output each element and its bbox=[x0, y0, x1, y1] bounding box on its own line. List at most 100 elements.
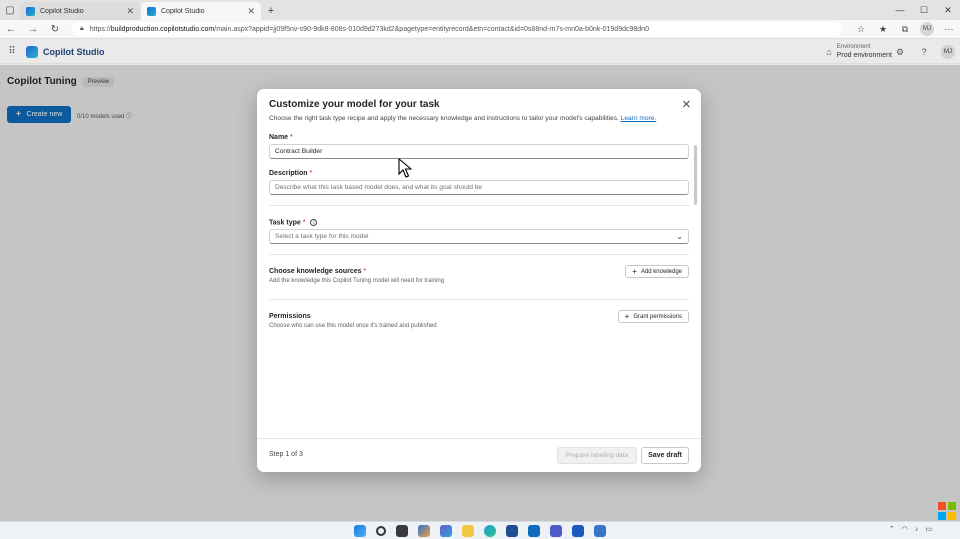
app-launcher-icon[interactable]: ⠿ bbox=[0, 46, 24, 57]
help-icon[interactable]: ? bbox=[912, 47, 936, 57]
copilot-studio-favicon-icon bbox=[26, 6, 35, 16]
wifi-icon[interactable]: ◠ bbox=[902, 525, 908, 533]
dialog-title: Customize your model for your task bbox=[269, 99, 440, 110]
refresh-icon[interactable]: ↻ bbox=[44, 20, 66, 39]
task-view-icon[interactable] bbox=[396, 524, 408, 537]
task-type-label-text: Task type bbox=[269, 219, 301, 227]
tab-close-icon[interactable]: ✕ bbox=[247, 6, 255, 17]
battery-icon[interactable]: ▭ bbox=[925, 525, 932, 533]
browser-tab-1[interactable]: Copilot Studio ✕ bbox=[20, 2, 140, 20]
copilot-studio-favicon-icon bbox=[147, 6, 156, 16]
section-divider bbox=[269, 299, 689, 300]
description-input[interactable] bbox=[269, 180, 689, 195]
save-draft-button[interactable]: Save draft bbox=[641, 447, 689, 464]
url-field[interactable]: 🔒︎ https://buildproduction.copilotstudio… bbox=[72, 22, 842, 36]
copilot-icon[interactable] bbox=[418, 524, 430, 537]
permissions-help-text: Choose who can use this model once it's … bbox=[269, 323, 437, 329]
start-icon[interactable] bbox=[354, 524, 366, 537]
visual-studio-code-icon[interactable] bbox=[594, 524, 606, 537]
name-label-text: Name bbox=[269, 134, 289, 141]
outlook-icon[interactable] bbox=[528, 524, 540, 537]
name-input[interactable] bbox=[269, 144, 689, 159]
dialog-scrollbar[interactable] bbox=[694, 145, 697, 205]
grant-permissions-button[interactable]: + Grant permissions bbox=[617, 310, 689, 323]
customize-model-dialog: Customize your model for your task ✕ Cho… bbox=[257, 89, 701, 472]
prepare-labeling-data-button[interactable]: Prepare labeling data bbox=[557, 447, 637, 464]
knowledge-help-text: Add the knowledge this Copilot Tuning mo… bbox=[269, 278, 445, 284]
edge-icon[interactable] bbox=[484, 524, 496, 537]
learn-more-link[interactable]: Learn more. bbox=[621, 115, 657, 122]
app-header: ⠿ Copilot Studio ⌂ Environment Prod envi… bbox=[0, 40, 960, 64]
dialog-footer: Step 1 of 3 Prepare labeling data Save d… bbox=[257, 438, 701, 472]
file-explorer-icon[interactable] bbox=[462, 524, 474, 537]
environment-picker[interactable]: ⌂ Environment Prod environment bbox=[826, 44, 892, 60]
maximize-icon[interactable]: ☐ bbox=[912, 0, 936, 20]
knowledge-sources-label: Choose knowledge sources * bbox=[269, 268, 366, 275]
search-icon[interactable] bbox=[376, 525, 386, 536]
required-mark: * bbox=[363, 268, 367, 275]
environment-icon: ⌂ bbox=[826, 47, 832, 57]
window-controls: — ☐ ✕ bbox=[888, 0, 960, 20]
url-prefix: https:// bbox=[89, 25, 111, 33]
browser-tab-2[interactable]: Copilot Studio ✕ bbox=[141, 2, 261, 20]
url-path: /main.aspx?appid=jj09f5nv-s90-9dk8-808s-… bbox=[214, 25, 649, 33]
user-avatar[interactable]: MJ bbox=[941, 45, 955, 59]
tab-label: Copilot Studio bbox=[161, 7, 205, 15]
back-arrow-icon[interactable]: ← bbox=[0, 20, 22, 39]
info-icon[interactable]: i bbox=[310, 219, 318, 226]
windows-taskbar: ⌃ ◠ ♪ ▭ bbox=[0, 521, 960, 539]
plus-icon: + bbox=[632, 267, 637, 276]
chevron-down-icon: ⌄ bbox=[676, 232, 683, 241]
address-bar-icons: ☆ ★ ⧉ MJ ⋯ bbox=[850, 22, 960, 36]
minimize-icon[interactable]: — bbox=[888, 0, 912, 20]
section-divider bbox=[269, 205, 689, 206]
close-icon[interactable]: ✕ bbox=[682, 98, 691, 111]
add-knowledge-button[interactable]: + Add knowledge bbox=[625, 265, 689, 278]
step-indicator: Step 1 of 3 bbox=[269, 451, 303, 458]
favorites-icon[interactable]: ★ bbox=[872, 24, 894, 35]
tab-actions-icon[interactable]: ▢ bbox=[0, 0, 20, 20]
task-type-placeholder: Select a task type for this model bbox=[275, 233, 369, 240]
lock-icon: 🔒︎ bbox=[80, 25, 84, 32]
teams-chat-icon[interactable] bbox=[550, 524, 562, 537]
tab-close-icon[interactable]: ✕ bbox=[126, 6, 134, 17]
environment-label: Environment bbox=[836, 44, 871, 50]
task-type-label: Task type * i bbox=[269, 219, 318, 227]
dialog-subtitle: Choose the right task type recipe and ap… bbox=[269, 115, 656, 122]
add-knowledge-label: Add knowledge bbox=[640, 268, 682, 275]
store-icon[interactable] bbox=[506, 524, 518, 537]
microsoft-logo bbox=[938, 502, 956, 520]
section-divider bbox=[269, 254, 689, 255]
dialog-subtitle-text: Choose the right task type recipe and ap… bbox=[269, 115, 619, 122]
tab-label: Copilot Studio bbox=[40, 7, 84, 15]
chevron-up-icon[interactable]: ⌃ bbox=[889, 525, 895, 533]
forward-arrow-icon[interactable]: → bbox=[22, 20, 44, 39]
description-label: Description * bbox=[269, 170, 312, 177]
new-tab-icon[interactable]: + bbox=[262, 2, 280, 20]
profile-avatar[interactable]: MJ bbox=[920, 22, 934, 36]
environment-value: Prod environment bbox=[836, 52, 892, 59]
description-label-text: Description bbox=[269, 170, 308, 177]
mouse-cursor-icon bbox=[398, 158, 412, 178]
task-type-dropdown[interactable]: Select a task type for this model ⌄ bbox=[269, 229, 689, 244]
address-bar: ← → ↻ 🔒︎ https://buildproduction.copilot… bbox=[0, 20, 960, 39]
required-mark: * bbox=[309, 170, 313, 177]
favorite-star-icon[interactable]: ☆ bbox=[850, 24, 872, 35]
copilot-studio-logo bbox=[26, 45, 38, 58]
required-mark: * bbox=[290, 134, 293, 141]
browser-menu-icon[interactable]: ⋯ bbox=[938, 24, 960, 35]
grant-permissions-label: Grant permissions bbox=[633, 313, 682, 320]
volume-icon[interactable]: ♪ bbox=[915, 526, 919, 533]
knowledge-label-text: Choose knowledge sources bbox=[269, 268, 362, 275]
teams-icon[interactable] bbox=[440, 524, 452, 537]
permissions-label: Permissions bbox=[269, 313, 311, 320]
word-icon[interactable] bbox=[572, 524, 584, 537]
settings-gear-icon[interactable]: ⚙ bbox=[888, 47, 912, 58]
collections-icon[interactable]: ⧉ bbox=[894, 24, 916, 35]
plus-icon: + bbox=[624, 312, 630, 321]
close-window-icon[interactable]: ✕ bbox=[936, 0, 960, 20]
name-label: Name * bbox=[269, 134, 293, 141]
url-host: buildproduction.copilotstudio.com bbox=[110, 25, 215, 33]
app-name: Copilot Studio bbox=[43, 46, 105, 57]
system-tray: ⌃ ◠ ♪ ▭ bbox=[882, 525, 932, 534]
